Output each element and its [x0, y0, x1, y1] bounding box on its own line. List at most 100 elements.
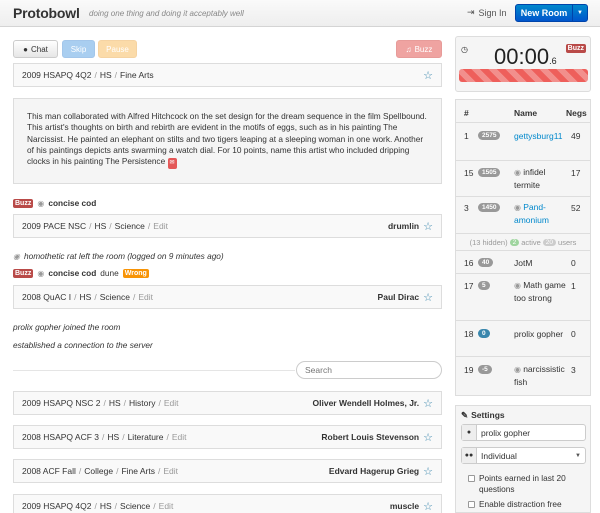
new-room-label[interactable]: New Room [516, 5, 573, 21]
eye-icon: ◉ [37, 268, 45, 278]
leaderboard-row[interactable]: 1 2575 gettysburg11 49 [456, 122, 590, 160]
history-answer: drumlin [387, 221, 420, 231]
user-name[interactable]: ◉ Math game too strong [514, 279, 566, 304]
score-badge: 2575 [478, 131, 501, 140]
edit-link[interactable]: Edit [172, 432, 187, 442]
user-name[interactable]: gettysburg11 [514, 130, 566, 142]
buzz-log-1: Buzz ◉ concise cod [13, 198, 96, 208]
sign-in-link[interactable]: ⇥ Sign In [467, 7, 507, 18]
buzz-button[interactable]: ♫ Buzz [396, 40, 442, 58]
report-icon[interactable]: ✉ [167, 158, 177, 170]
history-item[interactable]: 2008 HSAPQ ACF 3/ HS / Literature / Edit R… [13, 425, 442, 449]
edit-link[interactable]: Edit [138, 292, 153, 302]
pause-button[interactable]: Pause [98, 40, 137, 58]
points-checkbox[interactable]: Points earned in last 20 questions [468, 473, 590, 495]
breadcrumb: 2008 ACF Fall / College / Fine Arts / Edit [22, 466, 179, 476]
history-item[interactable]: 2009 HSAPQ NSC 2/ HS / History / Edit Oliv… [13, 391, 442, 415]
chat-icon: ● [23, 44, 28, 54]
history-item[interactable]: 2008 ACF Fall / College / Fine Arts / Edit … [13, 459, 442, 483]
brand-logo[interactable]: Protobowl [13, 5, 80, 21]
user-name[interactable]: prolix gopher [514, 328, 566, 340]
history-answer: Oliver Wendell Holmes, Jr. [312, 398, 420, 408]
leaderboard-row[interactable]: 15 1505 ◉ infidel termite 17 [456, 160, 590, 196]
breadcrumb: 2008 HSAPQ ACF 3/ HS / Literature / Edit [22, 432, 187, 442]
history-item[interactable]: 2009 HSAPQ 4Q2/ HS / Science / Edit muscle… [13, 494, 442, 513]
left-room-message: ◉ homothetic rat left the room (logged o… [13, 251, 224, 261]
buzz-guess: dune [100, 268, 119, 278]
question-text: This man collaborated with Alfred Hitchc… [13, 98, 442, 184]
chat-button[interactable]: ● Chat [13, 40, 58, 58]
star-icon[interactable]: ☆ [423, 500, 433, 513]
leaderboard-row[interactable]: 16 40 JotM 0 [456, 250, 590, 273]
settings-panel: ✎ Settings ● prolix gopher ●● Individual… [455, 405, 591, 513]
edit-link[interactable]: Edit [164, 398, 179, 408]
edit-link[interactable]: Edit [159, 501, 174, 511]
history-answer: Edvard Hagerup Grieg [328, 466, 420, 476]
col-header-idx: # [464, 108, 469, 118]
leaderboard-row[interactable]: 3 1450 ◉ Pand-amonium 52 [456, 196, 590, 233]
eye-icon: ◉ [514, 365, 524, 374]
skip-button[interactable]: Skip [62, 40, 95, 58]
score-badge: 1450 [478, 203, 501, 212]
joined-message: prolix gopher joined the room [13, 322, 121, 332]
mode-select[interactable]: ●● Individual ▼ [461, 447, 586, 464]
history-item[interactable]: 2008 QuAC I / HS / Science / Edit Paul Dira… [13, 285, 442, 309]
group-icon: ●● [462, 448, 477, 463]
chat-label: Chat [30, 44, 48, 54]
col-header-name: Name [514, 108, 538, 118]
search-input[interactable] [296, 361, 442, 379]
crumb-category[interactable]: Fine Arts [120, 70, 154, 80]
buzz-label: Buzz [414, 44, 433, 54]
distraction-free-checkbox[interactable]: Enable distraction free [468, 499, 562, 510]
divider [13, 370, 295, 371]
star-icon[interactable]: ☆ [423, 397, 433, 410]
eye-icon: ◉ [514, 203, 524, 212]
connected-message: established a connection to the server [13, 340, 153, 350]
user-name[interactable]: ◉ Pand-amonium [514, 201, 566, 226]
leaderboard-row[interactable]: 18 0 prolix gopher 0 [456, 320, 590, 356]
eye-icon: ◉ [514, 281, 524, 290]
score-badge: -5 [478, 365, 492, 374]
breadcrumb: 2009 PACE NSC / HS / Science / Edit [22, 221, 168, 231]
star-icon[interactable]: ☆ [423, 431, 433, 444]
score-badge: 0 [478, 329, 490, 338]
checkbox[interactable] [468, 501, 475, 508]
breadcrumb: 2008 QuAC I / HS / Science / Edit [22, 292, 153, 302]
wrench-icon: ✎ [461, 410, 469, 420]
timer-progress-bar [459, 69, 588, 82]
timer-display: 00:00.6 [494, 44, 557, 69]
star-icon[interactable]: ☆ [423, 220, 433, 233]
timer-panel: ◷ 00:00.6 Buzz [455, 36, 591, 92]
leaderboard-row[interactable]: 17 5 ◉ Math game too strong 1 [456, 273, 590, 320]
edit-link[interactable]: Edit [153, 221, 168, 231]
breadcrumb: 2009 HSAPQ 4Q2 / HS / Fine Arts [22, 70, 154, 80]
chevron-down-icon: ▼ [575, 452, 581, 459]
user-name[interactable]: JotM [514, 257, 566, 269]
star-icon[interactable]: ☆ [423, 69, 433, 82]
new-room-button[interactable]: New Room ▼ [515, 4, 588, 22]
buzz-user[interactable]: concise cod [48, 268, 96, 278]
history-item[interactable]: 2009 PACE NSC / HS / Science / Edit drumlin… [13, 214, 442, 238]
leaderboard-row[interactable]: 19 -5 ◉ narcissistic fish 3 [456, 356, 590, 395]
hidden-users-row[interactable]: (13 hidden) 2 active 20 users [456, 233, 590, 250]
wrong-badge: Wrong [122, 268, 149, 278]
buzz-badge: Buzz [13, 268, 34, 278]
chevron-down-icon[interactable]: ▼ [573, 5, 587, 21]
tagline: doing one thing and doing it acceptably … [89, 9, 244, 18]
settings-title: ✎ Settings [461, 410, 505, 420]
user-name[interactable]: ◉ narcissistic fish [514, 363, 566, 388]
score-badge: 5 [478, 281, 490, 290]
buzz-user[interactable]: concise cod [48, 198, 96, 208]
crumb-set[interactable]: 2009 HSAPQ 4Q2 [22, 70, 91, 80]
star-icon[interactable]: ☆ [423, 465, 433, 478]
history-answer: muscle [389, 501, 420, 511]
user-name[interactable]: ◉ infidel termite [514, 166, 566, 191]
checkbox[interactable] [468, 475, 475, 482]
edit-link[interactable]: Edit [163, 466, 178, 476]
eye-icon: ◉ [37, 198, 45, 208]
col-header-negs: Negs [566, 108, 587, 118]
clock-icon: ◷ [461, 45, 468, 54]
star-icon[interactable]: ☆ [423, 291, 433, 304]
username-field[interactable]: ● prolix gopher [461, 424, 586, 441]
crumb-level[interactable]: HS [100, 70, 112, 80]
